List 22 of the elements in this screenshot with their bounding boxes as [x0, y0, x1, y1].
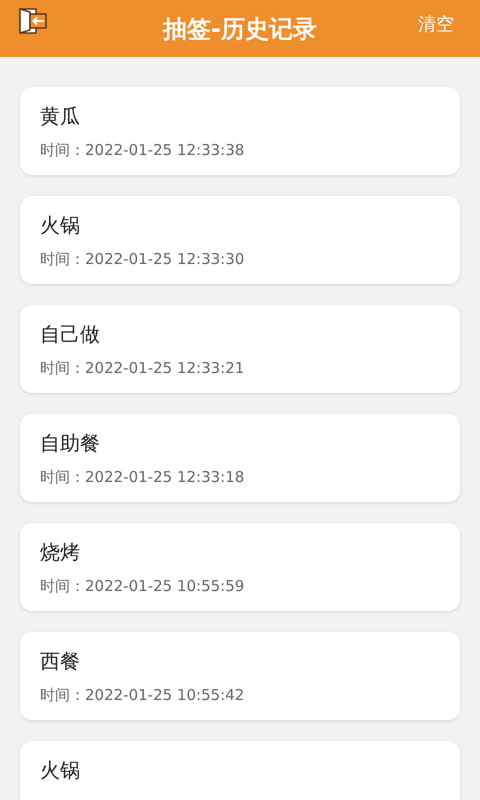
record-time: 时间：2022-01-25 12:33:18 [40, 468, 244, 486]
record-name: 自己做 [40, 321, 100, 347]
record-name: 自助餐 [40, 430, 100, 456]
record-card[interactable]: 烧烤 时间：2022-01-25 10:55:59 [20, 523, 460, 611]
exit-icon[interactable] [18, 8, 48, 34]
record-name: 火锅 [40, 212, 80, 238]
record-card[interactable]: 火锅 时间：2022-01-25 12:33:30 [20, 196, 460, 284]
record-time: 时间：2022-01-25 10:55:42 [40, 686, 244, 704]
record-card[interactable]: 自己做 时间：2022-01-25 12:33:21 [20, 305, 460, 393]
record-name: 烧烤 [40, 539, 80, 565]
record-time: 时间：2022-01-25 12:33:38 [40, 141, 244, 159]
record-card[interactable]: 火锅 [20, 741, 460, 800]
page-title: 抽签-历史记录 [163, 14, 317, 44]
record-time: 时间：2022-01-25 12:33:21 [40, 359, 244, 377]
record-name: 西餐 [40, 648, 80, 674]
record-card[interactable]: 自助餐 时间：2022-01-25 12:33:18 [20, 414, 460, 502]
record-name: 黄瓜 [40, 103, 80, 129]
record-card[interactable]: 西餐 时间：2022-01-25 10:55:42 [20, 632, 460, 720]
record-time: 时间：2022-01-25 10:55:59 [40, 577, 244, 595]
record-time: 时间：2022-01-25 12:33:30 [40, 250, 244, 268]
record-card[interactable]: 黄瓜 时间：2022-01-25 12:33:38 [20, 87, 460, 175]
record-name: 火锅 [40, 757, 80, 783]
